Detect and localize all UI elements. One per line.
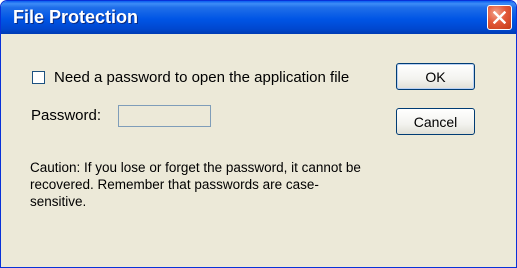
password-required-checkbox[interactable] — [32, 70, 45, 84]
password-required-row[interactable]: Need a password to open the application … — [32, 67, 349, 87]
file-protection-dialog: File Protection Need a password to open … — [0, 0, 517, 268]
caution-text: Caution: If you lose or forget the passw… — [30, 160, 361, 209]
dialog-body: Need a password to open the application … — [4, 34, 513, 266]
title-bar[interactable]: File Protection — [1, 1, 516, 34]
ok-button[interactable]: OK — [396, 63, 475, 90]
password-label: Password: — [31, 107, 102, 124]
window-title: File Protection — [13, 7, 139, 27]
cancel-button[interactable]: Cancel — [396, 108, 475, 135]
password-required-label[interactable]: Need a password to open the application … — [54, 69, 349, 86]
close-icon — [493, 11, 506, 24]
close-button[interactable] — [487, 5, 512, 30]
password-input[interactable] — [118, 105, 211, 127]
